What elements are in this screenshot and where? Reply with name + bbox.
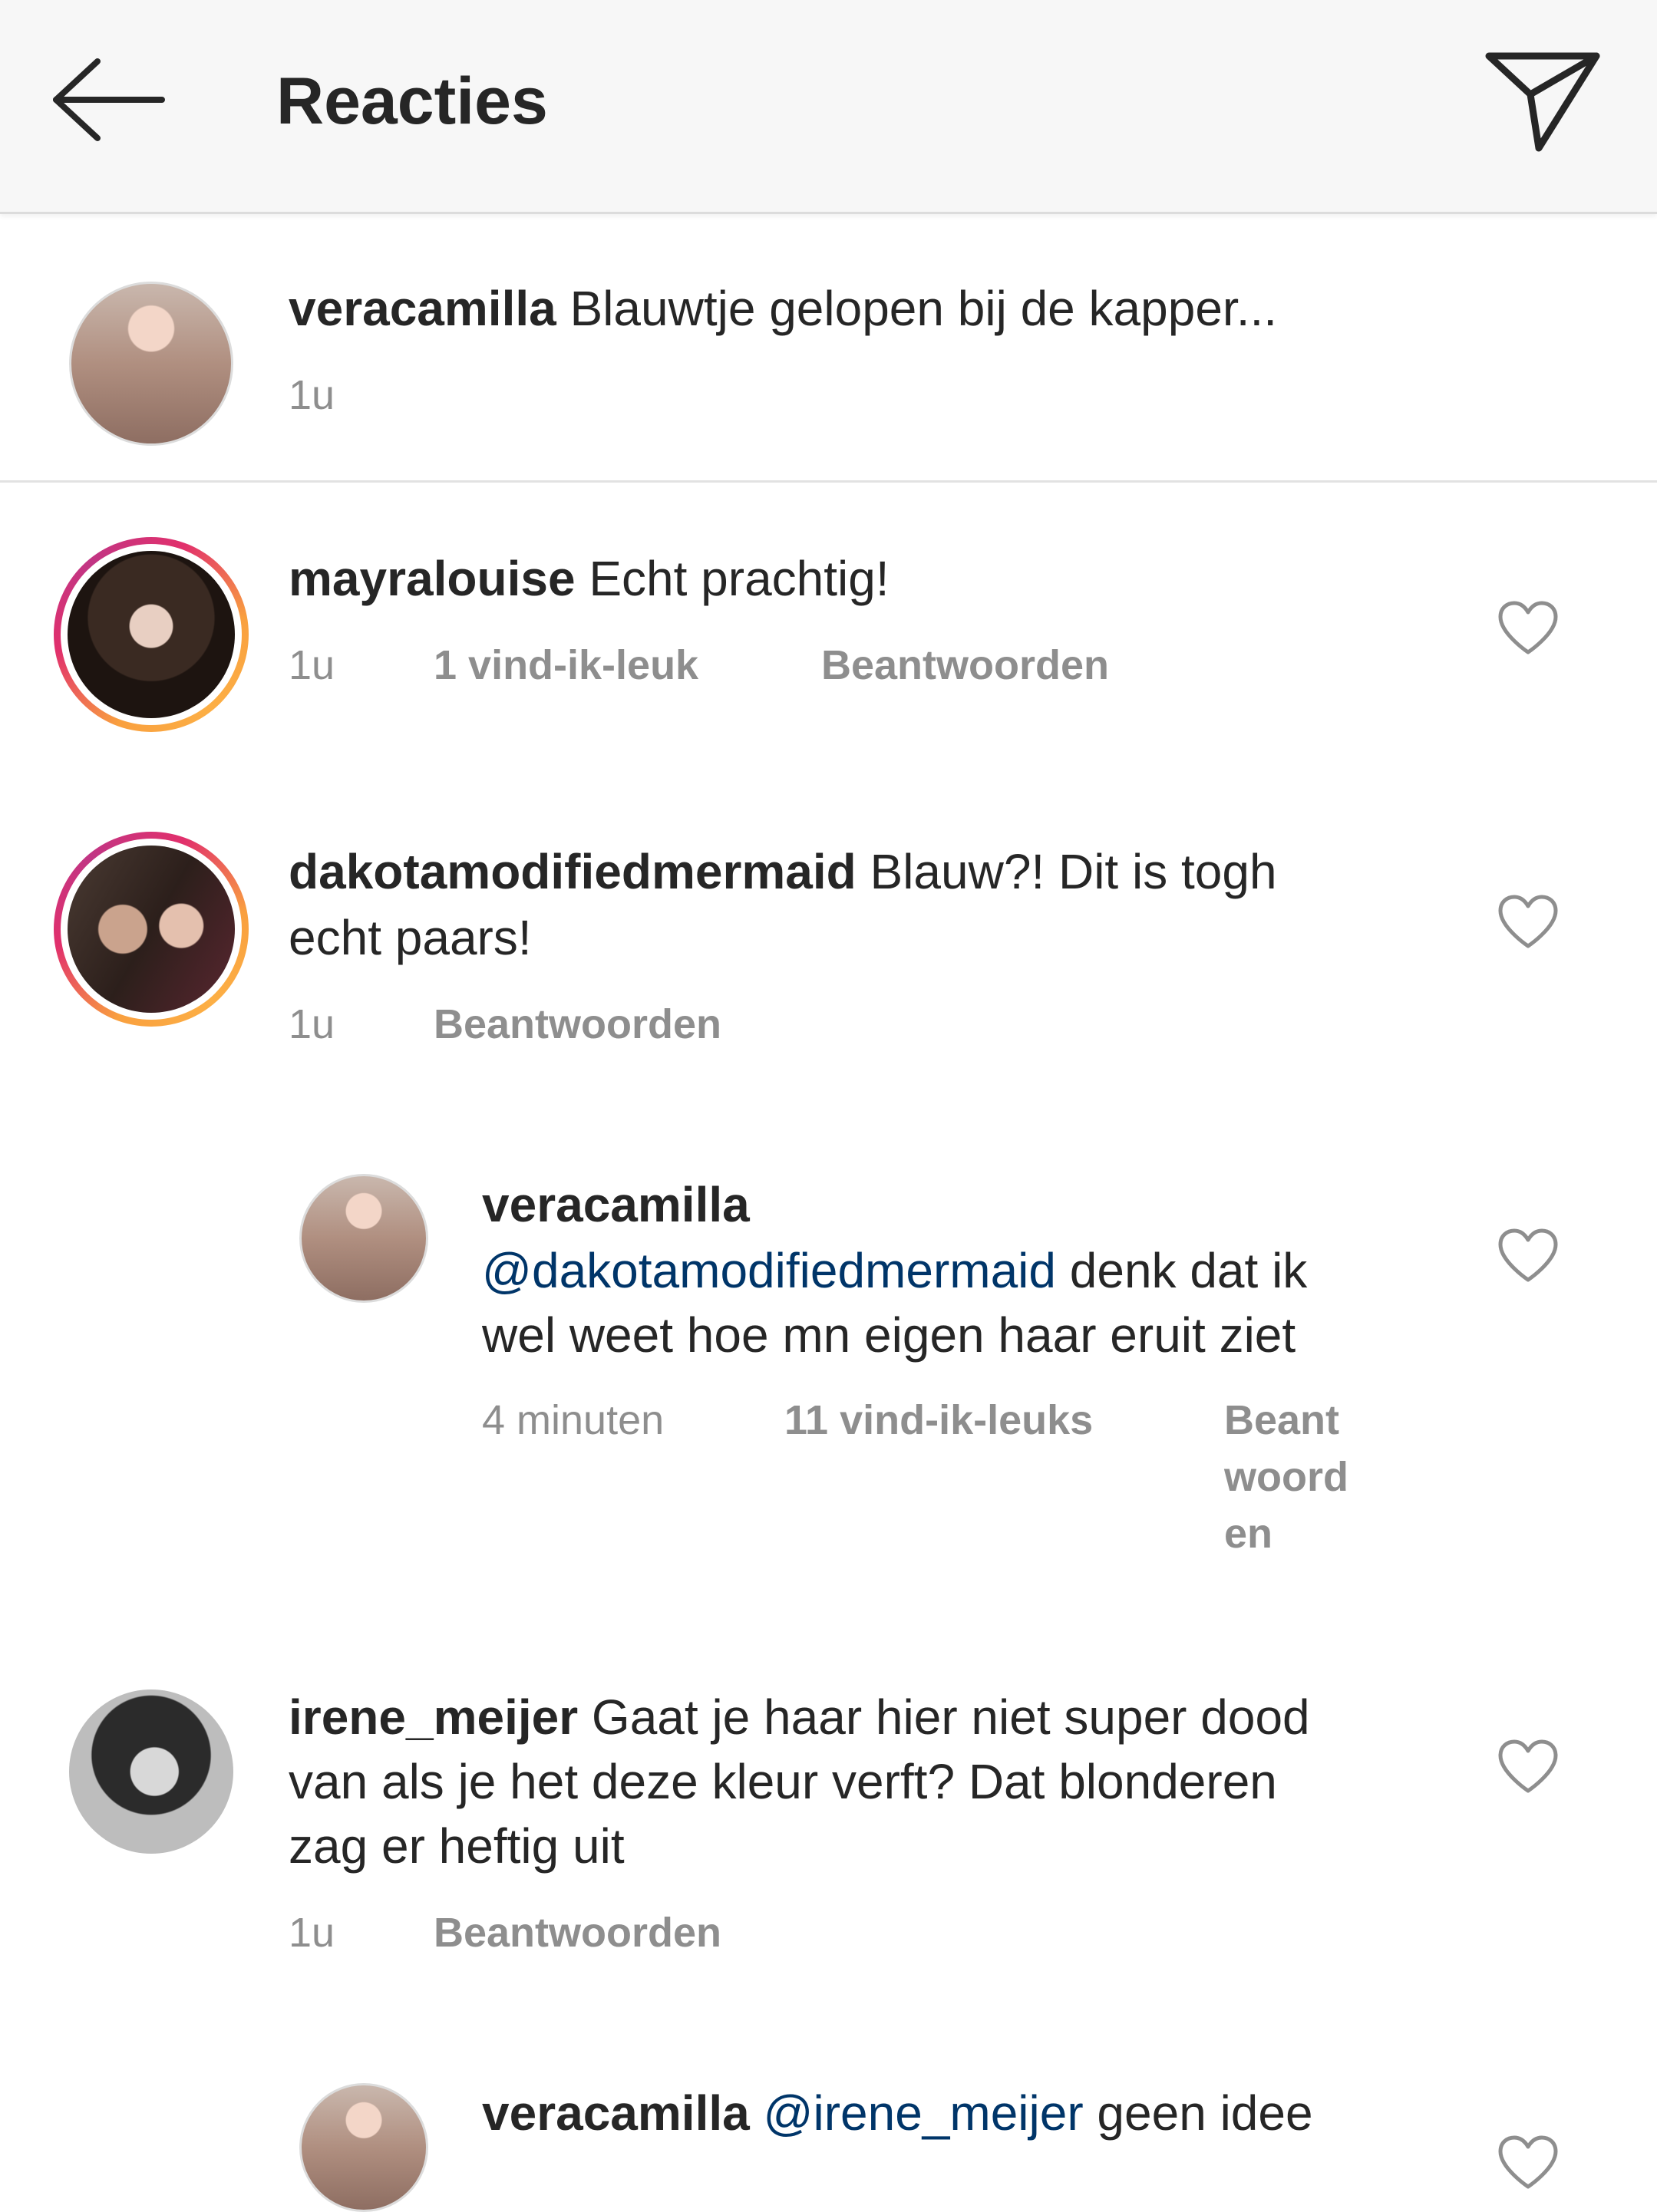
avatar[interactable]: [69, 282, 233, 446]
reply-button[interactable]: Beant woord en: [1224, 1392, 1348, 1562]
comment-body-continued: zag er heftig uit: [289, 1818, 625, 1874]
reply-button[interactable]: Beantwoorden: [821, 637, 1109, 694]
likes-count[interactable]: 11 vind-ik-leuks: [784, 1392, 1093, 1449]
comment-body-continued: van als je het deze kleur verft? Dat blo…: [289, 1754, 1277, 1809]
comment-body: Gaat je haar hier niet super dood: [591, 1689, 1310, 1745]
avatar[interactable]: [299, 2083, 428, 2212]
caption-text: veracamilla Blauwtje gelopen bij de kapp…: [289, 276, 1277, 341]
arrow-left-icon: [53, 58, 165, 141]
reply-label-part: woord: [1224, 1454, 1348, 1500]
paper-plane-icon: [1485, 52, 1600, 152]
comment-text: mayralouise Echt prachtig!: [289, 546, 890, 611]
heart-icon[interactable]: [1497, 1228, 1560, 1284]
comment-username[interactable]: veracamilla: [482, 1177, 750, 1232]
top-bar: Reacties: [0, 0, 1657, 214]
heart-icon[interactable]: [1497, 1739, 1560, 1795]
comment-time: 1u: [289, 642, 335, 688]
reply-label-part: Beant: [1224, 1397, 1340, 1443]
avatar[interactable]: [299, 1174, 428, 1303]
mention-link[interactable]: @dakotamodifiedmermaid: [482, 1243, 1056, 1298]
reply-label-part: en: [1224, 1511, 1273, 1557]
comment-username[interactable]: veracamilla: [482, 2085, 750, 2141]
avatar[interactable]: [69, 1689, 233, 1854]
caption-body: Blauwtje gelopen bij de kapper...: [569, 281, 1278, 336]
page-title: Reacties: [276, 64, 548, 138]
comment-body: Echt prachtig!: [589, 551, 890, 606]
divider: [0, 480, 1657, 483]
reply-text: veracamilla @irene_meijer geen idee: [482, 2081, 1313, 2145]
avatar: [68, 846, 235, 1013]
comment-time: 4 minuten: [482, 1397, 665, 1443]
comment-body-continued: echt paars!: [289, 910, 532, 965]
comment-text: irene_meijer Gaat je haar hier niet supe…: [289, 1685, 1310, 1749]
comment-time: 1u: [289, 1001, 335, 1047]
reply-button[interactable]: Beantwoorden: [434, 1904, 721, 1961]
mention-link[interactable]: @irene_meijer: [764, 2085, 1084, 2141]
caption-username[interactable]: veracamilla: [289, 281, 556, 336]
comment-text: dakotamodifiedmermaid Blauw?! Dit is tog…: [289, 839, 1277, 904]
comment-body: denk dat ik: [1069, 1243, 1308, 1298]
story-ring[interactable]: [54, 537, 249, 732]
story-ring[interactable]: [54, 832, 249, 1027]
comment-body: Blauw?! Dit is togh: [870, 844, 1277, 899]
comment-username[interactable]: dakotamodifiedmermaid: [289, 844, 857, 899]
heart-icon[interactable]: [1497, 894, 1560, 951]
reply-button[interactable]: Beantwoorden: [434, 996, 721, 1053]
comment-body-continued: wel weet hoe mn eigen haar eruit ziet: [482, 1307, 1296, 1363]
heart-icon[interactable]: [1497, 2135, 1560, 2191]
likes-count[interactable]: 1 vind-ik-leuk: [434, 637, 698, 694]
comment-time: 1u: [289, 1910, 335, 1956]
heart-icon[interactable]: [1497, 600, 1560, 657]
reply-username: veracamilla: [482, 1172, 750, 1237]
reply-text: @dakotamodifiedmermaid denk dat ik: [482, 1238, 1307, 1303]
comment-username[interactable]: mayralouise: [289, 551, 576, 606]
share-button[interactable]: [1481, 42, 1604, 157]
avatar: [68, 551, 235, 718]
comment-body: geen idee: [1097, 2085, 1313, 2141]
comment-username[interactable]: irene_meijer: [289, 1689, 578, 1745]
back-button[interactable]: [50, 54, 165, 146]
caption-time: 1u: [289, 372, 335, 418]
